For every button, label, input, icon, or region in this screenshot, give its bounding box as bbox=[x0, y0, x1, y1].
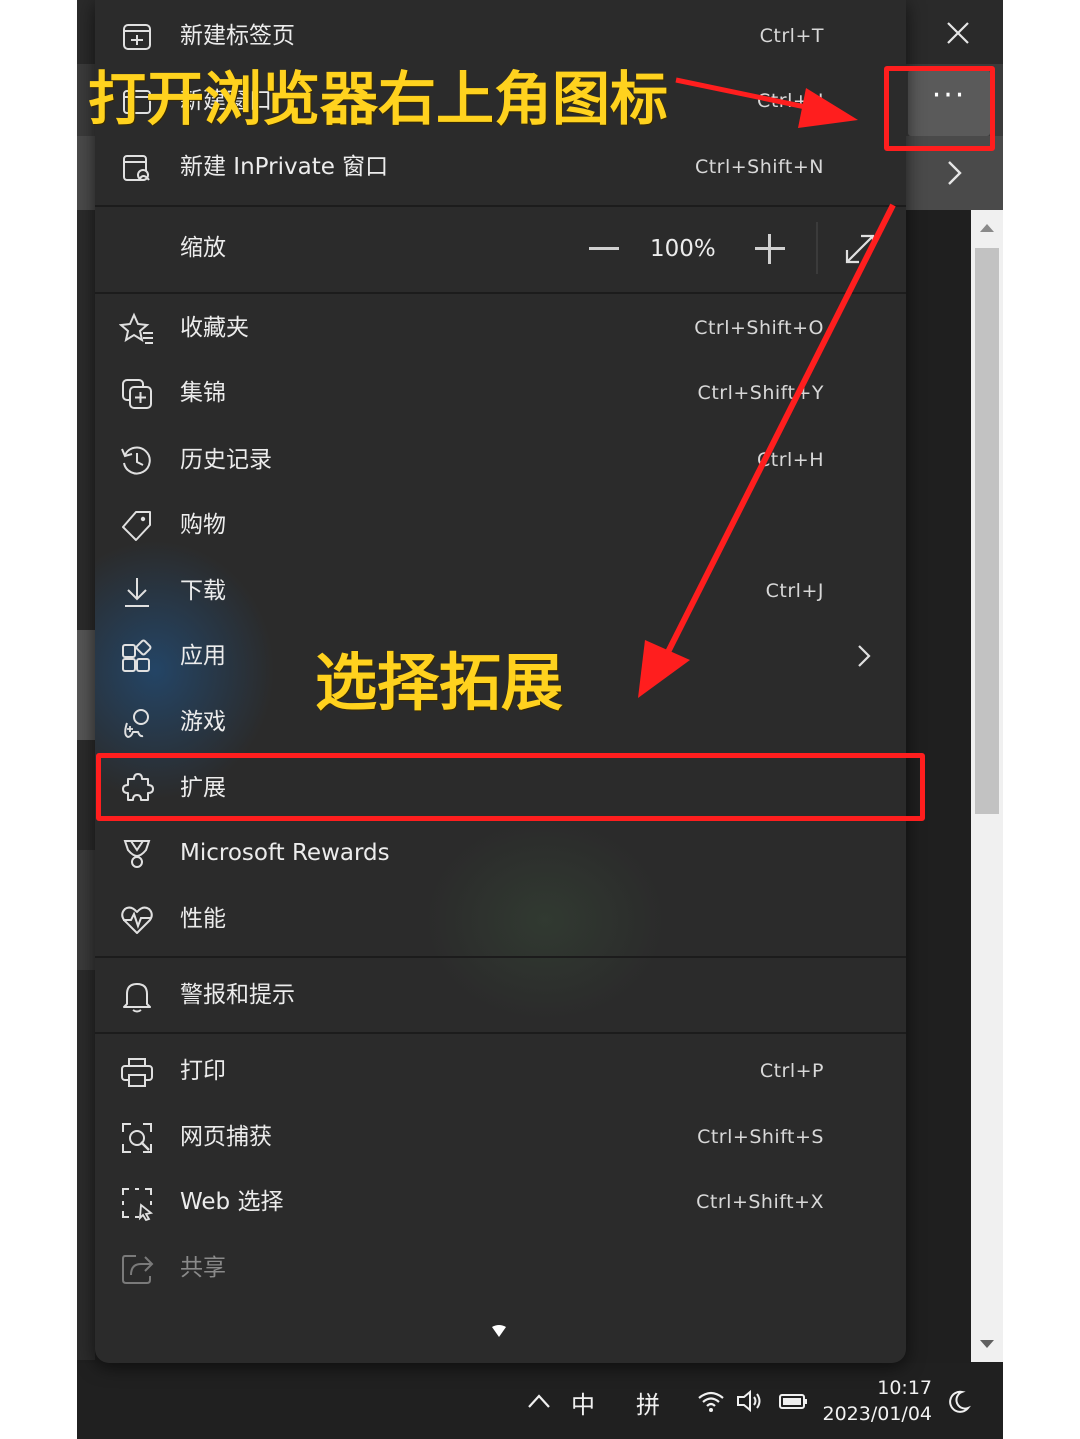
menu-item-shopping[interactable]: 购物 bbox=[95, 494, 906, 556]
page-scrollbar[interactable] bbox=[971, 210, 1003, 1362]
shopping-tag-icon bbox=[122, 511, 151, 541]
clock-time[interactable]: 10:17 bbox=[822, 1377, 932, 1399]
zoom-label: 缩放 bbox=[180, 235, 226, 261]
highlight-more-button bbox=[884, 66, 995, 151]
alerts-bell-icon bbox=[123, 983, 151, 1013]
scroll-down-arrow-icon[interactable] bbox=[980, 1340, 994, 1348]
new-tab-icon bbox=[123, 24, 151, 50]
battery-icon[interactable] bbox=[777, 1389, 809, 1413]
more-items-chevron-icon[interactable] bbox=[491, 1324, 507, 1338]
menu-item-web-select[interactable]: Web 选择 Ctrl+Shift+X bbox=[95, 1171, 906, 1233]
web-select-icon bbox=[122, 1188, 154, 1221]
favorites-star-icon bbox=[119, 312, 153, 344]
wifi-icon[interactable] bbox=[697, 1389, 725, 1413]
menu-item-web-capture[interactable]: 网页捕获 Ctrl+Shift+S bbox=[95, 1106, 906, 1168]
zoom-value: 100% bbox=[650, 236, 716, 262]
ime-language-indicator[interactable]: 中 bbox=[571, 1385, 595, 1420]
annotation-open-menu-text: 打开浏览器右上角图标 bbox=[88, 65, 669, 133]
collections-icon bbox=[122, 379, 152, 409]
zoom-out-button[interactable] bbox=[589, 247, 619, 250]
download-icon bbox=[125, 578, 149, 607]
share-icon bbox=[122, 1255, 154, 1284]
menu-item-microsoft-rewards[interactable]: Microsoft Rewards bbox=[95, 822, 906, 884]
menu-item-new-inprivate-window[interactable]: 新建 InPrivate 窗口 Ctrl+Shift+N bbox=[95, 136, 906, 198]
menu-divider bbox=[95, 956, 906, 958]
menu-divider bbox=[95, 205, 906, 207]
history-icon bbox=[121, 446, 151, 475]
scroll-thumb[interactable] bbox=[975, 248, 999, 814]
inprivate-window-icon bbox=[123, 155, 150, 181]
volume-icon[interactable] bbox=[735, 1389, 765, 1413]
zoom-separator bbox=[816, 222, 818, 274]
menu-divider bbox=[95, 1032, 906, 1034]
close-window-icon[interactable] bbox=[943, 18, 973, 48]
rewards-trophy-icon bbox=[123, 840, 151, 868]
menu-item-performance[interactable]: 性能 bbox=[95, 888, 906, 950]
menu-item-share: 共享 bbox=[95, 1237, 906, 1299]
scroll-up-arrow-icon[interactable] bbox=[980, 224, 994, 232]
ime-mode-indicator[interactable]: 拼 bbox=[636, 1385, 660, 1420]
chevron-up-icon[interactable] bbox=[527, 1393, 551, 1409]
focus-moon-icon[interactable] bbox=[947, 1389, 971, 1415]
performance-heart-icon bbox=[121, 906, 153, 934]
chevron-right-icon[interactable] bbox=[941, 158, 967, 188]
menu-item-collections[interactable]: 集锦 Ctrl+Shift+Y bbox=[95, 362, 906, 424]
print-icon bbox=[121, 1058, 153, 1087]
menu-item-downloads[interactable]: 下载 Ctrl+J bbox=[95, 560, 906, 622]
apps-icon bbox=[122, 639, 152, 672]
menu-item-favorites[interactable]: 收藏夹 Ctrl+Shift+O bbox=[95, 297, 906, 359]
menu-item-alerts-and-tips[interactable]: 警报和提示 bbox=[95, 964, 906, 1026]
taskbar: 中 拼 10:17 2023/01/04 bbox=[77, 1363, 1003, 1439]
web-capture-icon bbox=[122, 1123, 152, 1153]
chevron-right-icon bbox=[858, 645, 871, 667]
games-icon bbox=[124, 709, 149, 739]
menu-item-history[interactable]: 历史记录 Ctrl+H bbox=[95, 429, 906, 491]
fullscreen-icon[interactable] bbox=[843, 232, 877, 266]
page-content-edge bbox=[77, 210, 95, 1360]
menu-divider bbox=[95, 292, 906, 294]
annotation-select-extensions-text: 选择拓展 bbox=[315, 646, 564, 719]
highlight-extensions-item bbox=[96, 753, 925, 821]
clock-date[interactable]: 2023/01/04 bbox=[812, 1403, 932, 1425]
menu-item-print[interactable]: 打印 Ctrl+P bbox=[95, 1040, 906, 1102]
